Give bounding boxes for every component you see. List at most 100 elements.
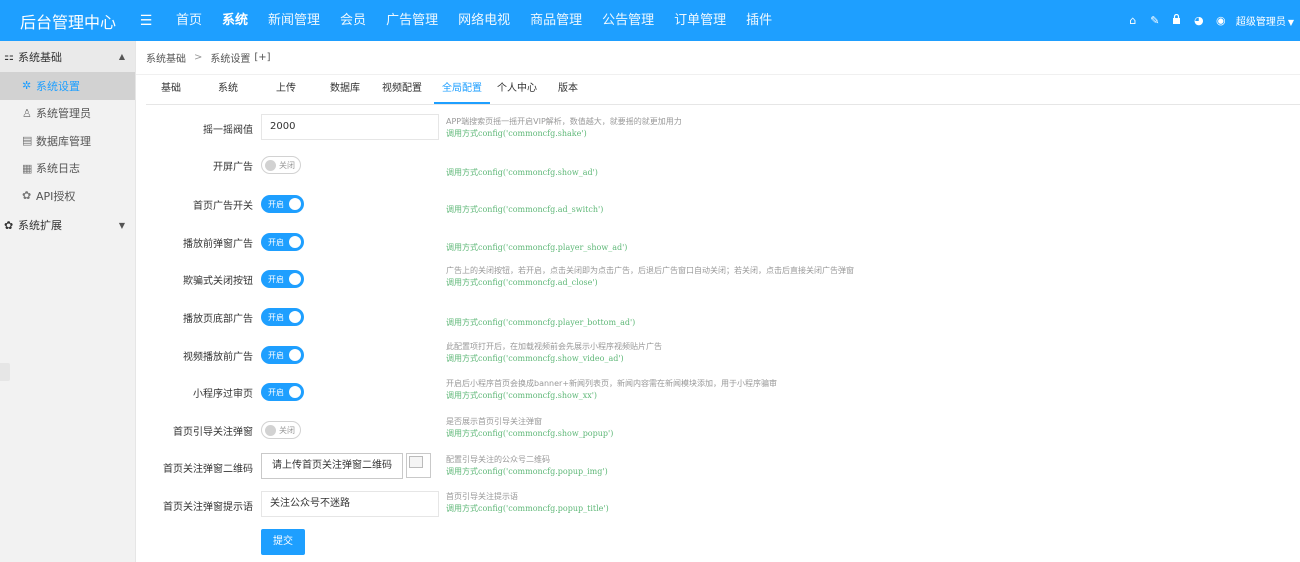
- help-text: 配置引导关注的公众号二维码: [446, 455, 550, 464]
- gear-icon: ✿: [4, 218, 14, 232]
- sidebar-item-label: 数据库管理: [36, 134, 91, 148]
- user-icon: ♙: [22, 106, 32, 120]
- sidebar-item-settings[interactable]: ✲ 系统设置: [0, 72, 135, 100]
- database-icon: ▤: [22, 134, 33, 148]
- sidebar-item-api[interactable]: ✿ API授权: [0, 182, 135, 210]
- breadcrumb-separator: >: [194, 52, 203, 63]
- sidebar-item-label: 系统日志: [36, 162, 80, 176]
- field-label: 首页广告开关: [193, 201, 253, 212]
- help-code: 调用方式config('commoncfg.show_xx'): [446, 391, 598, 400]
- help-text: APP端搜索页摇一摇开启VIP解析，数值越大，就要摇的就更加用力: [446, 117, 682, 126]
- field-help: 调用方式config('commoncfg.ad_switch'): [446, 204, 603, 216]
- help-code: 调用方式config('commoncfg.shake'): [446, 129, 587, 138]
- nav-item-home[interactable]: 首页: [166, 0, 212, 41]
- nav-item-notice[interactable]: 公告管理: [592, 0, 664, 41]
- show-video-ad-switch[interactable]: 开启: [261, 346, 304, 364]
- sidebar-item-database[interactable]: ▤ 数据库管理: [0, 127, 135, 155]
- field-help: APP端搜索页摇一摇开启VIP解析，数值越大，就要摇的就更加用力 调用方式con…: [446, 116, 682, 140]
- help-code: 调用方式config('commoncfg.show_popup'): [446, 429, 614, 438]
- switch-state: 开启: [268, 237, 284, 247]
- submit-button[interactable]: 提交: [261, 529, 305, 555]
- switch-state: 开启: [268, 274, 284, 284]
- switch-knob: [289, 273, 301, 285]
- help-code: 调用方式config('commoncfg.popup_img'): [446, 467, 608, 476]
- tab-system[interactable]: 系统: [196, 74, 260, 104]
- home-icon[interactable]: ⌂: [1122, 14, 1144, 27]
- upload-qrcode-button[interactable]: 请上传首页关注弹窗二维码: [261, 453, 403, 479]
- nav-item-tv[interactable]: 网络电视: [448, 0, 520, 41]
- ad-switch-toggle[interactable]: 开启: [261, 195, 304, 213]
- field-help: 是否展示首页引导关注弹窗 调用方式config('commoncfg.show_…: [446, 416, 613, 440]
- settings-tabs: 基础 系统 上传 数据库 视频配置 全局配置 个人中心 版本: [146, 75, 1300, 105]
- nav-item-system[interactable]: 系统: [212, 0, 258, 41]
- tab-upload[interactable]: 上传: [260, 74, 312, 104]
- tab-profile[interactable]: 个人中心: [490, 74, 544, 104]
- help-code: 调用方式config('commoncfg.player_show_ad'): [446, 243, 628, 252]
- sidebar-group-system-extend[interactable]: ✿ 系统扩展 ▼: [0, 210, 135, 241]
- show-ad-switch[interactable]: 关闭: [261, 156, 301, 174]
- help-text: 此配置项打开后，在加载视频前会先展示小程序视频贴片广告: [446, 342, 662, 351]
- field-help: 配置引导关注的公众号二维码 调用方式config('commoncfg.popu…: [446, 454, 608, 478]
- shake-threshold-input[interactable]: 2000: [261, 114, 439, 140]
- api-icon: ✿: [22, 189, 32, 203]
- breadcrumb: 系统基础 > 系统设置 [+]: [136, 41, 1300, 75]
- help-text: 开启后小程序首页会换成banner+新闻列表页，新闻内容需在新闻模块添加，用于小…: [446, 379, 778, 388]
- nav-item-members[interactable]: 会员: [330, 0, 376, 41]
- sidebar-item-logs[interactable]: ▦ 系统日志: [0, 155, 135, 183]
- player-show-ad-switch[interactable]: 开启: [261, 233, 304, 251]
- sidebar-group-label: 系统扩展: [18, 219, 62, 232]
- help-text: 是否展示首页引导关注弹窗: [446, 417, 542, 426]
- sidebar-collapse-handle[interactable]: [0, 363, 10, 381]
- admin-label: 超级管理员: [1235, 17, 1286, 28]
- help-code: 调用方式config('commoncfg.show_ad'): [446, 168, 598, 177]
- tab-video[interactable]: 视频配置: [378, 74, 426, 104]
- switch-knob: [289, 311, 301, 323]
- lock-icon[interactable]: [1166, 13, 1188, 27]
- field-help: 调用方式config('commoncfg.player_show_ad'): [446, 242, 627, 254]
- player-bottom-ad-switch[interactable]: 开启: [261, 308, 304, 326]
- menu-toggle-icon[interactable]: ☰: [136, 13, 156, 29]
- globe-icon[interactable]: ◉: [1210, 14, 1232, 27]
- show-popup-switch[interactable]: 关闭: [261, 421, 301, 439]
- tab-database[interactable]: 数据库: [312, 74, 378, 104]
- field-label: 欺骗式关闭按钮: [183, 276, 253, 287]
- qrcode-preview-image: [406, 453, 431, 478]
- sidebar-group-system-basic[interactable]: ⚏ 系统基础 ▲: [0, 41, 135, 72]
- nav-item-ads[interactable]: 广告管理: [376, 0, 448, 41]
- brush-icon[interactable]: ✎: [1144, 14, 1166, 27]
- field-label: 开屏广告: [213, 162, 253, 173]
- show-xx-switch[interactable]: 开启: [261, 383, 304, 401]
- chevron-down-icon: ▼: [118, 220, 125, 230]
- field-help: 调用方式config('commoncfg.show_ad'): [446, 167, 598, 179]
- nav-item-news[interactable]: 新闻管理: [258, 0, 330, 41]
- breadcrumb-add-tab[interactable]: [+]: [254, 52, 270, 63]
- tab-global[interactable]: 全局配置: [434, 74, 490, 104]
- breadcrumb-item[interactable]: 系统基础: [146, 50, 186, 65]
- nav-item-goods[interactable]: 商品管理: [520, 0, 592, 41]
- help-code: 调用方式config('commoncfg.popup_title'): [446, 504, 609, 513]
- nav-item-orders[interactable]: 订单管理: [664, 0, 736, 41]
- help-code: 调用方式config('commoncfg.show_video_ad'): [446, 354, 624, 363]
- tab-basic[interactable]: 基础: [146, 74, 196, 104]
- switch-state: 关闭: [279, 425, 295, 435]
- sidebar-item-admins[interactable]: ♙ 系统管理员: [0, 100, 135, 128]
- field-label: 摇一摇阀值: [203, 125, 253, 136]
- popup-title-input[interactable]: 关注公众号不迷路: [261, 491, 439, 517]
- field-label: 首页关注弹窗提示语: [163, 502, 253, 513]
- ad-close-switch[interactable]: 开启: [261, 270, 304, 288]
- admin-menu[interactable]: 超级管理员 ▼: [1236, 13, 1294, 28]
- field-help: 此配置项打开后，在加载视频前会先展示小程序视频贴片广告 调用方式config('…: [446, 341, 662, 365]
- field-label: 首页关注弹窗二维码: [163, 464, 253, 475]
- help-text: 广告上的关闭按钮，若开启，点击关闭即为点击广告，后退后广告窗口自动关闭；若关闭，…: [446, 266, 854, 275]
- grid-icon: ⚏: [4, 50, 14, 63]
- switch-state: 开启: [268, 350, 284, 360]
- palette-icon[interactable]: ◕: [1188, 14, 1210, 27]
- breadcrumb-item[interactable]: 系统设置: [210, 50, 250, 65]
- brand-title: 后台管理中心: [20, 12, 117, 32]
- nav-item-plugins[interactable]: 插件: [736, 0, 782, 41]
- field-help: 广告上的关闭按钮，若开启，点击关闭即为点击广告，后退后广告窗口自动关闭；若关闭，…: [446, 265, 854, 289]
- top-nav: 首页 系统 新闻管理 会员 广告管理 网络电视 商品管理 公告管理 订单管理 插…: [166, 0, 782, 41]
- sidebar-group-label: 系统基础: [18, 50, 62, 64]
- field-label: 视频播放前广告: [183, 352, 253, 363]
- tab-version[interactable]: 版本: [544, 74, 592, 104]
